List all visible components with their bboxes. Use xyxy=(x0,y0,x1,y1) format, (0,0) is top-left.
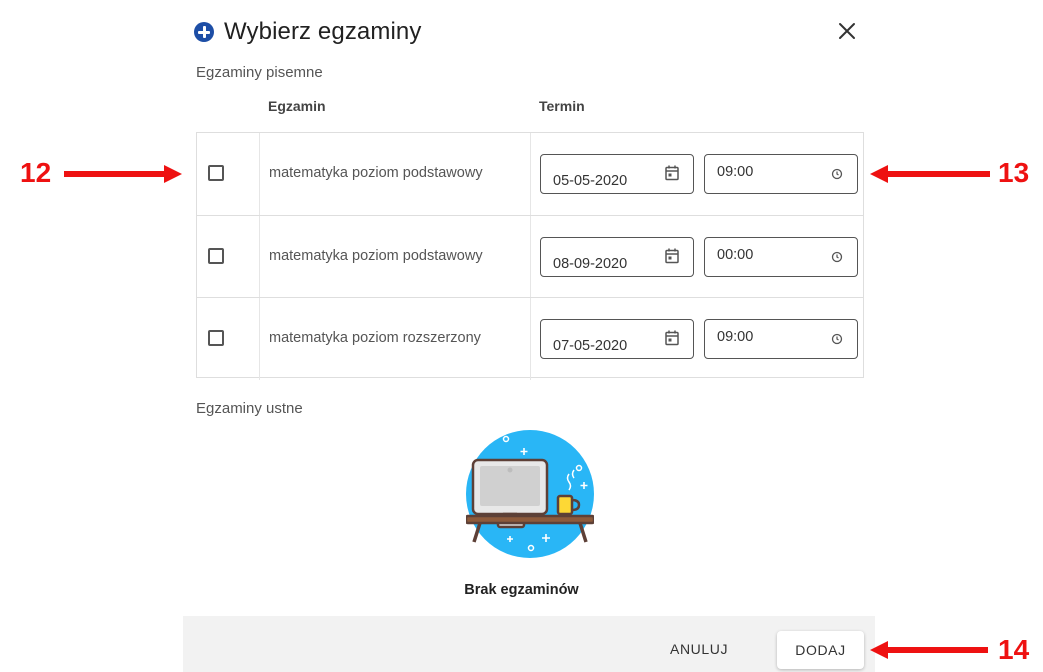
dialog-header: Wybierz egzaminy xyxy=(194,16,421,48)
table-row: matematyka poziom rozszerzony 07-05-2020… xyxy=(197,297,863,380)
add-button[interactable]: DODAJ xyxy=(777,631,864,669)
time-value: 09:00 xyxy=(717,329,754,345)
date-input[interactable]: 07-05-2020 xyxy=(540,319,694,359)
dialog-title: Wybierz egzaminy xyxy=(224,18,422,45)
date-value: 05-05-2020 xyxy=(553,173,628,189)
exam-name: matematyka poziom podstawowy xyxy=(269,165,483,181)
callout-number-left: 12 xyxy=(20,157,52,188)
date-input[interactable]: 08-09-2020 xyxy=(540,237,694,277)
exam-checkbox[interactable] xyxy=(208,330,224,346)
column-header-term: Termin xyxy=(539,98,585,114)
empty-state-text: Brak egzaminów xyxy=(464,582,579,598)
oral-exams-label: Egzaminy ustne xyxy=(196,400,303,417)
clock-icon[interactable] xyxy=(831,333,843,345)
dialog-footer xyxy=(183,616,875,672)
calendar-icon[interactable] xyxy=(665,248,679,264)
time-input[interactable]: 09:00 xyxy=(704,154,858,194)
exam-checkbox[interactable] xyxy=(208,165,224,181)
empty-state-illustration xyxy=(466,430,594,558)
time-input[interactable]: 00:00 xyxy=(704,237,858,277)
table-row: matematyka poziom podstawowy 05-05-2020 … xyxy=(197,133,863,215)
column-header-exam: Egzamin xyxy=(268,98,326,114)
time-value: 09:00 xyxy=(717,164,754,180)
exam-name: matematyka poziom rozszerzony xyxy=(269,330,481,346)
exam-checkbox[interactable] xyxy=(208,248,224,264)
arrow-right-icon xyxy=(64,165,182,183)
date-input[interactable]: 05-05-2020 xyxy=(540,154,694,194)
arrow-left-icon xyxy=(870,641,988,659)
date-value: 07-05-2020 xyxy=(553,338,628,354)
table-row: matematyka poziom podstawowy 08-09-2020 … xyxy=(197,215,863,298)
time-value: 00:00 xyxy=(717,247,754,263)
callout-number-footer: 14 xyxy=(998,634,1030,665)
clock-icon[interactable] xyxy=(831,251,843,263)
written-exams-label: Egzaminy pisemne xyxy=(196,64,323,81)
close-icon xyxy=(839,23,855,39)
date-value: 08-09-2020 xyxy=(553,256,628,272)
callout-number-right: 13 xyxy=(998,157,1030,188)
cancel-button[interactable]: ANULUJ xyxy=(670,641,728,657)
arrow-left-icon xyxy=(870,165,990,183)
exams-table: matematyka poziom podstawowy 05-05-2020 … xyxy=(196,132,864,380)
close-button[interactable] xyxy=(834,18,860,44)
time-input[interactable]: 09:00 xyxy=(704,319,858,359)
calendar-icon[interactable] xyxy=(665,165,679,181)
calendar-icon[interactable] xyxy=(665,330,679,346)
add-circle-icon xyxy=(194,22,214,42)
clock-icon[interactable] xyxy=(831,168,843,180)
exam-name: matematyka poziom podstawowy xyxy=(269,248,483,264)
